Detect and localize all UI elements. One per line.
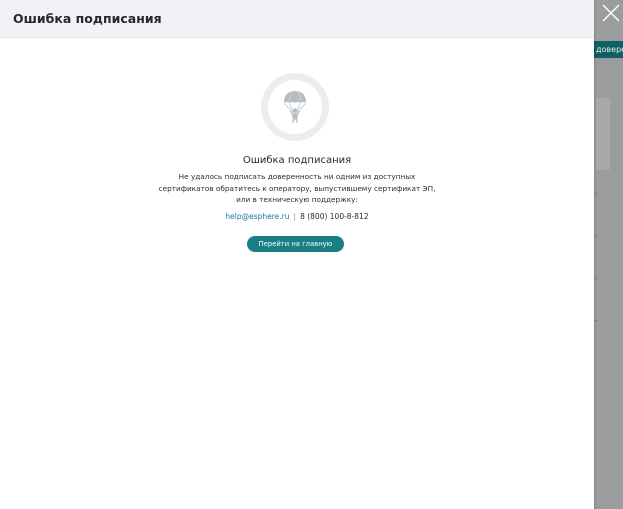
- parachute-icon: [284, 91, 306, 124]
- error-heading: Ошибка подписания: [242, 155, 352, 166]
- contacts-separator: |: [293, 212, 297, 221]
- background-divider: [594, 278, 597, 279]
- background-panel: [596, 98, 610, 170]
- background-chip: доверенн: [594, 41, 623, 58]
- close-icon: [602, 4, 620, 22]
- close-button[interactable]: [600, 2, 622, 24]
- modal-header: Ошибка подписания: [0, 0, 594, 38]
- background-divider: [594, 235, 597, 236]
- background-divider: [594, 320, 597, 321]
- modal-title: Ошибка подписания: [13, 11, 162, 26]
- error-message: Не удалось подписать доверенность ни одн…: [158, 172, 436, 204]
- error-illustration: [261, 73, 329, 141]
- support-contacts: help@esphere.ru | 8 (800) 100-8-812: [0, 212, 594, 221]
- support-email-link[interactable]: help@esphere.ru: [225, 212, 289, 221]
- go-home-button[interactable]: Перейти на главную: [247, 236, 344, 252]
- support-phone: 8 (800) 100-8-812: [300, 212, 369, 221]
- signing-error-modal: Ошибка подписания Ошибка подписания Не у…: [0, 0, 594, 509]
- background-divider: [594, 193, 597, 194]
